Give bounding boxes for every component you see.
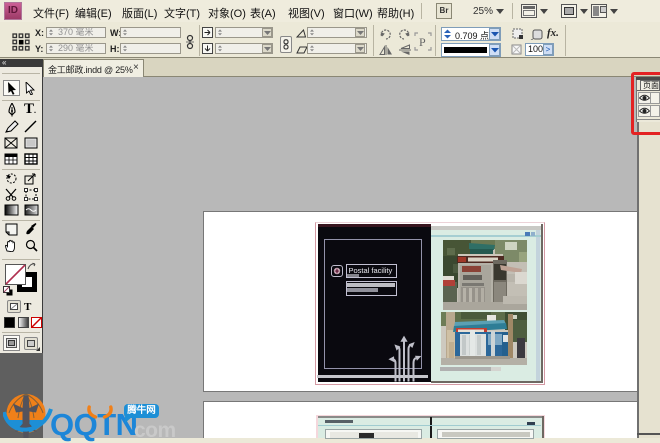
svg-text:P: P bbox=[419, 35, 426, 49]
